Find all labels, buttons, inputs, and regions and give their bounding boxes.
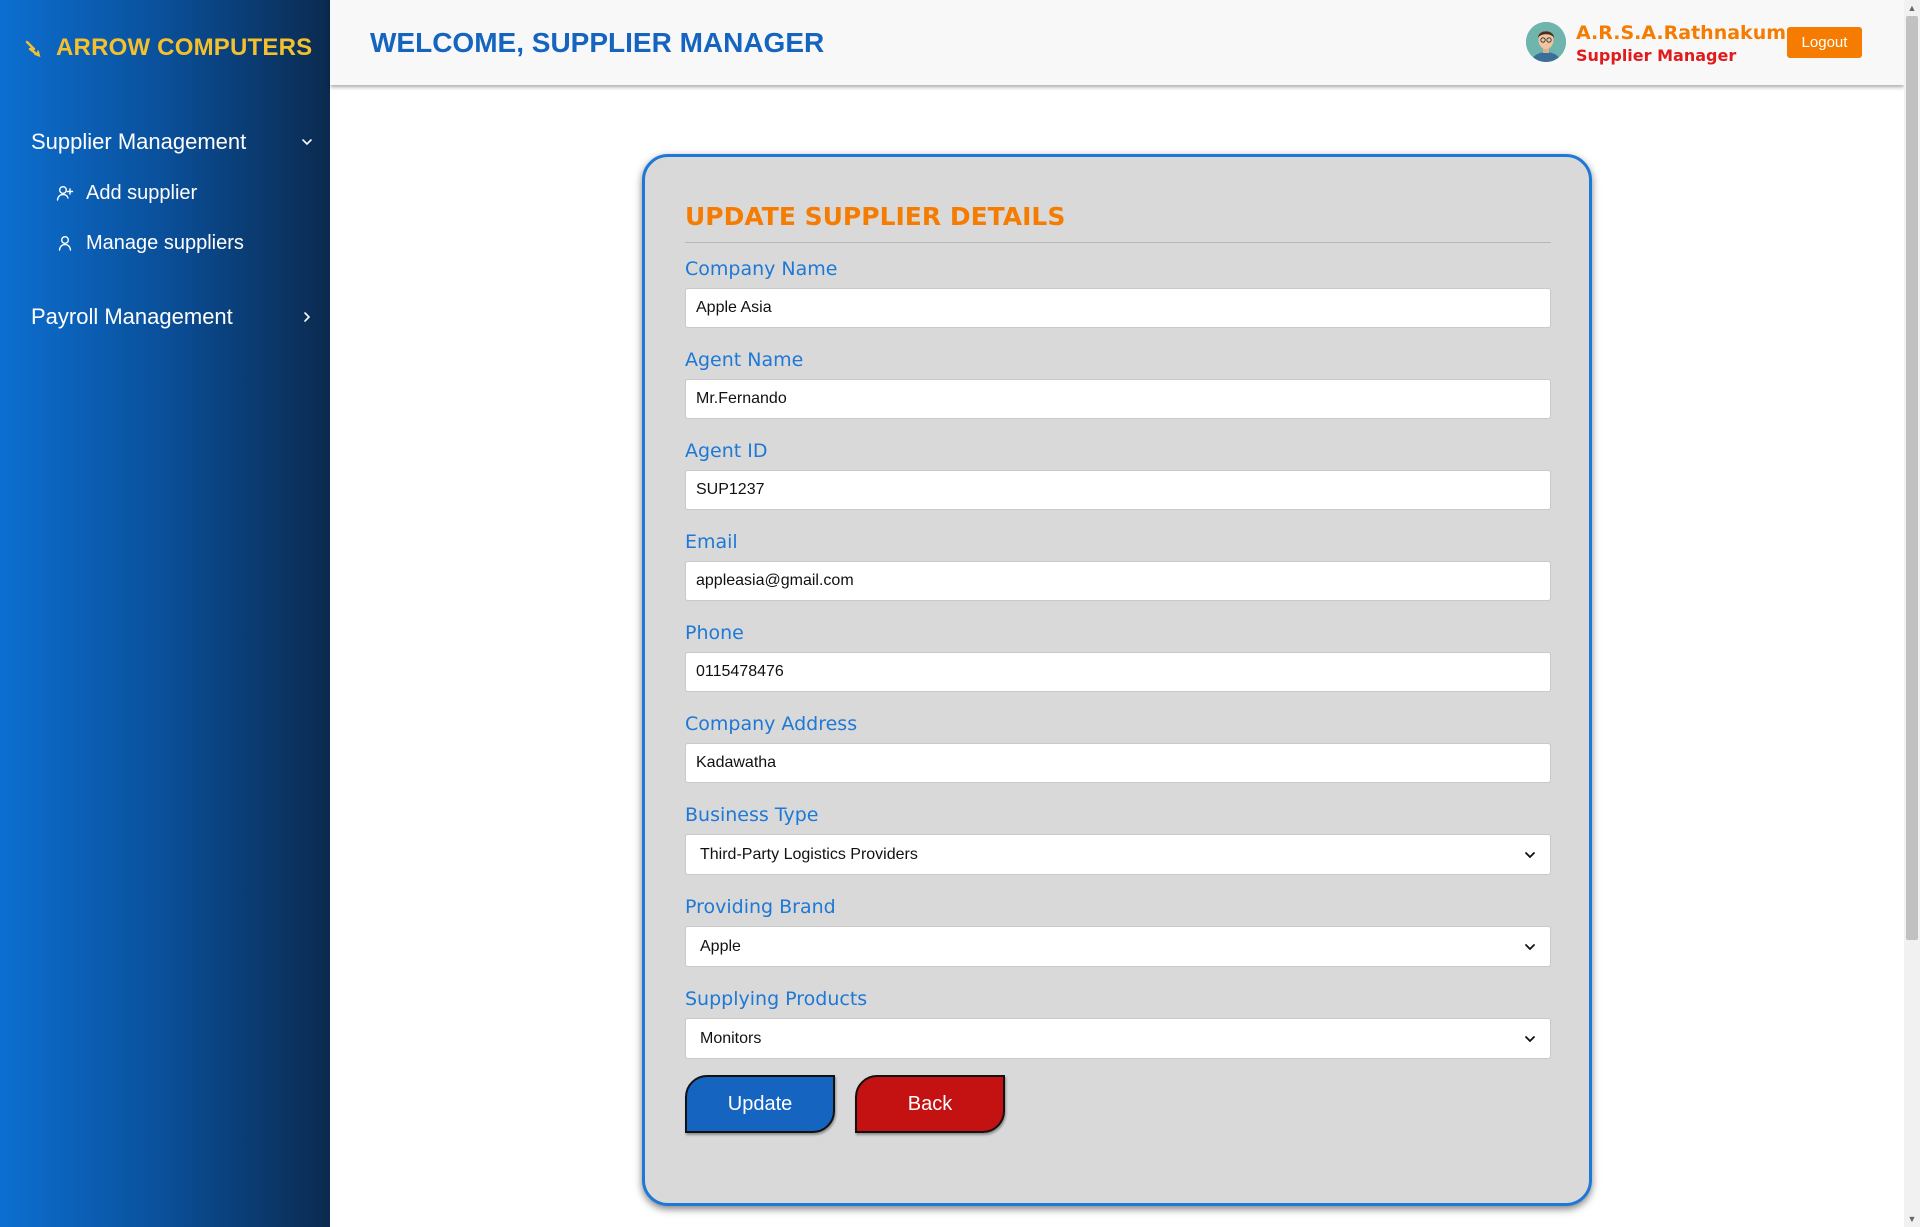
email-field[interactable]: [685, 561, 1551, 601]
sidebar-item-add-supplier[interactable]: Add supplier: [56, 178, 197, 208]
update-button[interactable]: Update: [685, 1075, 835, 1133]
business-type-selected-value: Third-Party Logistics Providers: [700, 845, 918, 863]
update-supplier-form: UPDATE SUPPLIER DETAILS Company Name Age…: [642, 154, 1592, 1206]
back-button[interactable]: Back: [855, 1075, 1005, 1133]
chevron-down-icon: [302, 139, 312, 146]
sidebar-item-label: Add supplier: [86, 181, 198, 204]
avatar-icon: [1526, 22, 1566, 62]
email-label: Email: [685, 531, 738, 553]
page-scrollbar[interactable]: ▲ ▼: [1904, 0, 1920, 1227]
scrollbar-thumb[interactable]: [1906, 16, 1918, 940]
company-address-label: Company Address: [685, 713, 858, 735]
company-address-input[interactable]: [685, 743, 1551, 783]
providing-brand-select[interactable]: Apple: [685, 926, 1551, 967]
logout-button[interactable]: Logout: [1787, 27, 1862, 58]
title-divider: [685, 242, 1551, 243]
brand-name: ARROW COMPUTERS: [56, 34, 313, 61]
top-header: WELCOME, SUPPLIER MANAGER A.R.S.A.Rathna…: [330, 0, 1904, 85]
agent-id-label: Agent ID: [685, 440, 768, 462]
agent-id-input[interactable]: [685, 470, 1551, 510]
supplying-products-select[interactable]: Monitors: [685, 1018, 1551, 1059]
user-plus-icon: [56, 186, 74, 201]
nav-group-label: Payroll Management: [31, 304, 233, 329]
page-title: WELCOME, SUPPLIER MANAGER: [370, 27, 825, 58]
brand[interactable]: ARROW COMPUTERS: [24, 34, 312, 62]
phone-field[interactable]: [685, 652, 1551, 692]
user-role: Supplier Manager: [1576, 46, 1737, 65]
nav-group-label: Supplier Management: [31, 129, 247, 154]
form-title: UPDATE SUPPLIER DETAILS: [685, 202, 1066, 231]
providing-brand-label: Providing Brand: [685, 896, 836, 918]
arrow-logo-icon: [25, 40, 41, 58]
phone-label: Phone: [685, 622, 744, 644]
agent-name-input[interactable]: [685, 379, 1551, 419]
nav-group-payroll-management[interactable]: Payroll Management: [0, 299, 330, 335]
business-type-label: Business Type: [685, 804, 819, 826]
user-icon: [58, 236, 72, 251]
sidebar: ARROW COMPUTERS Supplier Management Add …: [0, 0, 330, 1227]
scroll-down-arrow-icon[interactable]: ▼: [1904, 1211, 1920, 1227]
avatar[interactable]: [1526, 22, 1566, 62]
nav-group-supplier-management[interactable]: Supplier Management: [0, 124, 330, 160]
user-name: A.R.S.A.Rathnakumara: [1576, 22, 1822, 44]
company-name-input[interactable]: [685, 288, 1551, 328]
supplying-products-selected-value: Monitors: [700, 1029, 762, 1047]
scroll-up-arrow-icon[interactable]: ▲: [1904, 0, 1920, 16]
chevron-down-icon: [1525, 1035, 1535, 1042]
business-type-select[interactable]: Third-Party Logistics Providers: [685, 834, 1551, 875]
chevron-down-icon: [1525, 943, 1535, 950]
chevron-right-icon: [304, 312, 311, 322]
sidebar-item-label: Manage suppliers: [86, 231, 244, 254]
company-name-label: Company Name: [685, 258, 838, 280]
agent-name-label: Agent Name: [685, 349, 804, 371]
supplying-products-label: Supplying Products: [685, 988, 868, 1010]
sidebar-item-manage-suppliers[interactable]: Manage suppliers: [56, 228, 244, 258]
providing-brand-selected-value: Apple: [700, 937, 741, 955]
chevron-down-icon: [1525, 851, 1535, 858]
